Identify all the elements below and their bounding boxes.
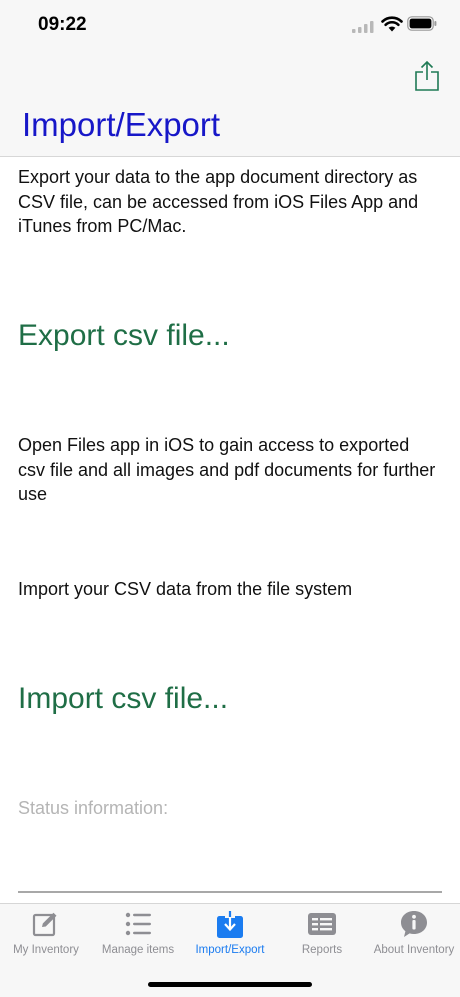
status-time: 09:22 [38, 14, 87, 35]
cellular-signal-icon [352, 21, 374, 33]
download-icon [217, 911, 243, 938]
home-indicator [148, 982, 312, 987]
tab-label: My Inventory [13, 944, 79, 956]
tab-reports[interactable]: Reports [276, 904, 368, 964]
share-icon[interactable] [414, 60, 440, 92]
files-app-info: Open Files app in iOS to gain access to … [18, 435, 436, 504]
tab-label: Import/Export [195, 944, 265, 956]
export-description: Export your data to the app document dir… [18, 167, 419, 236]
status-divider [18, 891, 442, 893]
list-icon [125, 912, 151, 936]
tab-manage-items[interactable]: Manage items [92, 904, 184, 964]
wifi-icon [381, 16, 403, 32]
export-csv-button[interactable]: Export csv file... [18, 319, 230, 353]
navigation-bar: Import/Export [0, 52, 460, 157]
tab-label: Manage items [101, 944, 175, 956]
status-bar: 09:22 [0, 0, 460, 52]
edit-icon [32, 912, 57, 937]
tab-label: Reports [301, 944, 343, 956]
import-csv-button[interactable]: Import csv file... [18, 682, 228, 716]
reports-icon [308, 913, 336, 935]
tab-label: About Inventory [373, 944, 455, 956]
tab-my-inventory[interactable]: My Inventory [0, 904, 92, 964]
page-title: Import/Export [22, 106, 221, 143]
status-information-label: Status information: [18, 798, 169, 818]
tab-import-export[interactable]: Import/Export [184, 904, 276, 964]
info-icon [401, 911, 427, 937]
battery-icon [407, 16, 437, 31]
tab-about-inventory[interactable]: About Inventory [368, 904, 460, 964]
import-description: Import your CSV data from the file syste… [18, 579, 353, 599]
